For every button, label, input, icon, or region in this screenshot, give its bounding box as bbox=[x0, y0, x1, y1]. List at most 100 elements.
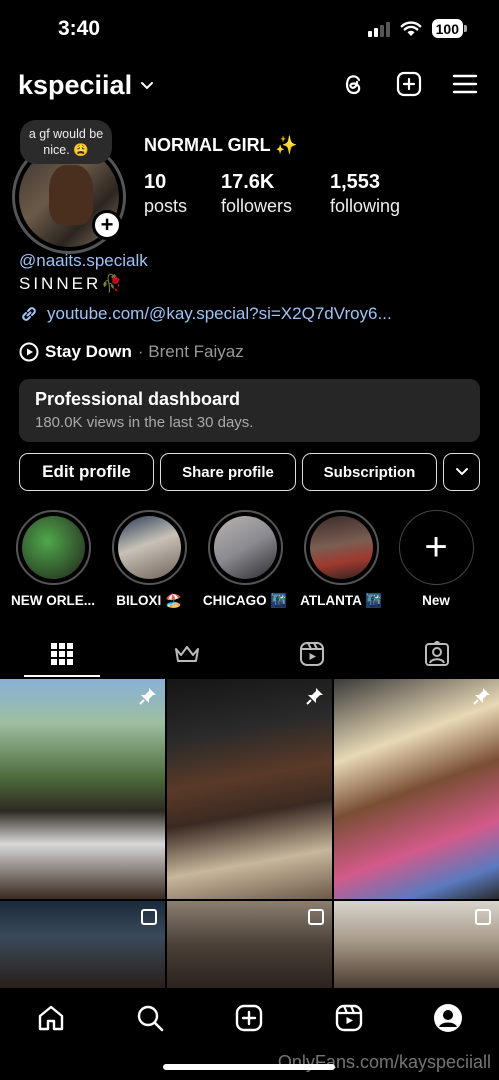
pinned-icon bbox=[306, 688, 323, 705]
menu-icon[interactable] bbox=[451, 70, 479, 98]
highlight-cover bbox=[309, 516, 373, 579]
status-icons: 100 bbox=[367, 19, 468, 38]
stat-value: 10 bbox=[144, 171, 167, 193]
bio-link[interactable]: youtube.com/@kay.special?si=X2Q7dVroy6..… bbox=[19, 304, 392, 324]
highlight-label: ATLANTA 🌃 bbox=[300, 593, 382, 608]
highlight-item[interactable]: BILOXI 🏖️ bbox=[106, 510, 192, 609]
highlight-ring bbox=[111, 510, 187, 585]
crown-icon bbox=[175, 645, 199, 662]
status-bar: 3:40 100 bbox=[0, 0, 499, 58]
highlight-label: NEW ORLE... bbox=[11, 593, 95, 608]
tab-tagged[interactable] bbox=[375, 630, 499, 677]
chevron-down-icon bbox=[455, 468, 468, 476]
highlight-cover bbox=[117, 516, 181, 579]
link-icon bbox=[22, 307, 36, 321]
status-time: 3:40 bbox=[58, 17, 101, 40]
nav-profile[interactable] bbox=[430, 1000, 466, 1036]
stat-label: posts bbox=[144, 196, 188, 216]
post-thumbnail[interactable] bbox=[334, 679, 499, 899]
tab-posts[interactable] bbox=[0, 630, 124, 677]
header-actions bbox=[339, 70, 479, 98]
profile-name: NORMAL GIRL ✨ bbox=[144, 135, 298, 155]
bio-link-text: youtube.com/@kay.special?si=X2Q7dVroy6..… bbox=[47, 304, 392, 323]
add-story-icon[interactable]: + bbox=[92, 210, 122, 240]
carousel-icon bbox=[308, 909, 324, 925]
grid-icon bbox=[51, 642, 73, 665]
highlight-label: CHICAGO 🌃 bbox=[202, 593, 288, 608]
bio-text: SINNER🥀 bbox=[19, 274, 126, 293]
pinned-icon bbox=[473, 688, 490, 705]
share-profile-button[interactable]: Share profile bbox=[160, 453, 296, 491]
stat-following[interactable]: 1,553 following bbox=[330, 171, 400, 217]
profile-avatar-icon bbox=[434, 1004, 462, 1032]
post-thumbnail[interactable] bbox=[0, 901, 165, 989]
highlight-label: BILOXI 🏖️ bbox=[116, 593, 182, 608]
create-post-icon[interactable] bbox=[395, 70, 423, 98]
username: kspeciial bbox=[18, 70, 133, 100]
post-thumbnail[interactable] bbox=[167, 901, 332, 989]
highlight-ring bbox=[207, 510, 283, 585]
profile-tabs bbox=[0, 630, 499, 677]
profile-stats: 10 posts 17.6K followers 1,553 following bbox=[144, 171, 400, 217]
story-highlights: NEW ORLE... BILOXI 🏖️ CHICAGO 🌃 ATLANTA … bbox=[0, 510, 499, 610]
battery-level: 100 bbox=[435, 20, 459, 37]
home-icon bbox=[38, 1005, 64, 1031]
cellular-signal-icon bbox=[367, 21, 390, 37]
highlight-ring bbox=[15, 510, 91, 585]
dashboard-subtitle: 180.0K views in the last 30 days. bbox=[35, 414, 254, 431]
note-bubble[interactable]: a gf would be nice. 😩 bbox=[20, 120, 112, 164]
stat-value: 1,553 bbox=[330, 171, 381, 193]
nav-home[interactable] bbox=[33, 1000, 69, 1036]
highlight-cover bbox=[213, 516, 277, 579]
highlight-ring bbox=[303, 510, 379, 585]
music-artist: · Brent Faiyaz bbox=[137, 342, 244, 361]
highlight-cover bbox=[21, 516, 85, 579]
post-thumbnail[interactable] bbox=[334, 901, 499, 989]
wifi-icon bbox=[400, 21, 422, 36]
stat-value: 17.6K bbox=[221, 171, 275, 193]
edit-profile-button[interactable]: Edit profile bbox=[19, 453, 154, 491]
posts-grid bbox=[0, 679, 499, 989]
music-title: Stay Down bbox=[45, 342, 132, 361]
profile-actions: Edit profile Share profile Subscription bbox=[19, 453, 480, 491]
professional-dashboard[interactable]: Professional dashboard 180.0K views in t… bbox=[19, 379, 480, 442]
profile-music[interactable]: Stay Down · Brent Faiyaz bbox=[19, 342, 244, 362]
highlight-item[interactable]: CHICAGO 🌃 bbox=[202, 510, 288, 609]
stat-label: following bbox=[330, 196, 401, 216]
threads-icon[interactable] bbox=[339, 70, 367, 98]
nav-create[interactable] bbox=[231, 1000, 267, 1036]
tab-subscriptions[interactable] bbox=[125, 630, 249, 677]
nav-reels[interactable] bbox=[331, 1000, 367, 1036]
search-icon bbox=[137, 1005, 164, 1032]
highlight-label: New bbox=[422, 593, 450, 608]
home-indicator[interactable] bbox=[163, 1064, 335, 1070]
tagged-person-icon bbox=[425, 640, 449, 666]
stat-label: followers bbox=[221, 196, 293, 216]
subscription-button[interactable]: Subscription bbox=[302, 453, 437, 491]
carousel-icon bbox=[141, 909, 157, 925]
stat-followers[interactable]: 17.6K followers bbox=[221, 171, 330, 217]
new-highlight[interactable]: + New bbox=[393, 510, 479, 608]
post-thumbnail[interactable] bbox=[167, 679, 332, 899]
chevron-down-icon bbox=[141, 81, 154, 89]
plus-icon: + bbox=[398, 510, 474, 585]
highlight-item[interactable]: ATLANTA 🌃 bbox=[298, 510, 384, 609]
profile-header: kspeciial bbox=[0, 64, 499, 108]
account-switcher[interactable]: kspeciial bbox=[18, 70, 154, 101]
reels-icon bbox=[335, 1004, 363, 1032]
pinned-icon bbox=[139, 688, 156, 705]
highlight-item[interactable]: NEW ORLE... bbox=[10, 510, 96, 608]
threads-handle[interactable]: @naaits.specialk bbox=[19, 251, 148, 271]
stat-posts[interactable]: 10 posts bbox=[144, 171, 221, 217]
active-tab-indicator bbox=[24, 675, 100, 677]
suggested-accounts-button[interactable] bbox=[443, 453, 480, 491]
tab-reels[interactable] bbox=[250, 630, 374, 677]
play-circle-icon bbox=[19, 342, 39, 362]
battery-icon: 100 bbox=[431, 19, 468, 38]
post-thumbnail[interactable] bbox=[0, 679, 165, 899]
create-post-icon bbox=[235, 1004, 263, 1032]
dashboard-title: Professional dashboard bbox=[35, 389, 241, 409]
reels-icon bbox=[300, 641, 324, 666]
nav-search[interactable] bbox=[132, 1000, 168, 1036]
carousel-icon bbox=[475, 909, 491, 925]
